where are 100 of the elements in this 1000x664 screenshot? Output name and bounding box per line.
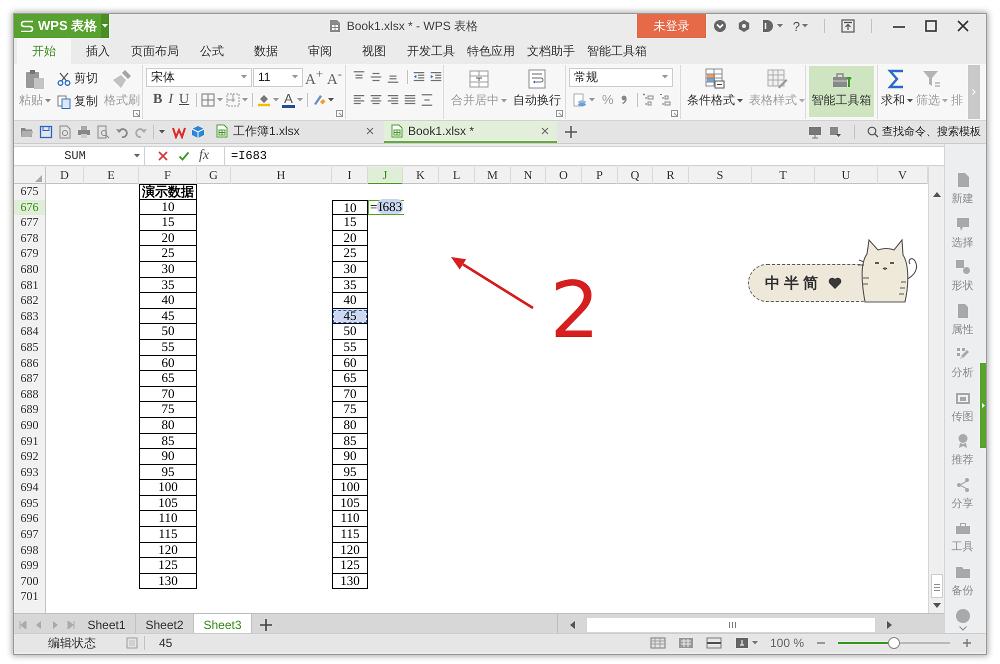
- border-grid-icon[interactable]: [201, 92, 216, 107]
- row-header[interactable]: 682: [14, 293, 45, 309]
- box-arrow-icon[interactable]: [841, 19, 855, 33]
- increase-decimal-icon[interactable]: [642, 92, 656, 107]
- distributed-icon[interactable]: [420, 92, 434, 107]
- cut-button[interactable]: 剪切: [57, 70, 98, 87]
- caret-icon[interactable]: [159, 130, 165, 134]
- column-header[interactable]: J: [368, 167, 403, 185]
- number-format-dropdown[interactable]: 常规: [569, 68, 673, 87]
- menu-tab[interactable]: 审阅: [293, 38, 347, 64]
- help-button[interactable]: ?: [792, 18, 808, 34]
- row-header[interactable]: 699: [14, 558, 45, 574]
- zoom-percentage[interactable]: 100 %: [770, 636, 804, 650]
- grow-font-button[interactable]: A$^{+}$: [303, 66, 325, 88]
- menu-tab[interactable]: 开发工具: [401, 38, 461, 64]
- plus-icon[interactable]: [259, 618, 273, 632]
- scroll-up-icon[interactable]: [932, 192, 940, 197]
- sheet-tab[interactable]: Sheet3: [194, 614, 252, 635]
- row-header[interactable]: 700: [14, 574, 45, 590]
- menu-tab[interactable]: 插入: [71, 38, 125, 64]
- close-icon[interactable]: [541, 127, 549, 135]
- align-left-icon[interactable]: [352, 92, 366, 107]
- maximize-icon[interactable]: [924, 19, 938, 33]
- dotted-grid-icon[interactable]: [226, 92, 240, 107]
- cell-editor[interactable]: =I683: [368, 200, 404, 216]
- cancel-icon[interactable]: [157, 150, 169, 162]
- sum-button[interactable]: 求和: [880, 65, 915, 119]
- align-center-icon[interactable]: [369, 92, 383, 107]
- comma-style-icon[interactable]: [620, 95, 627, 104]
- row-header[interactable]: 689: [14, 402, 45, 418]
- decrease-decimal-icon[interactable]: [658, 92, 673, 107]
- vertical-scrollbar[interactable]: [928, 167, 944, 613]
- row-header[interactable]: 680: [14, 262, 45, 278]
- list-box-icon[interactable]: [126, 637, 138, 649]
- menu-tab[interactable]: 特色应用: [461, 38, 521, 64]
- menu-tab[interactable]: 视图: [347, 38, 401, 64]
- wrap-text-button[interactable]: 自动换行: [510, 65, 564, 119]
- scrollbar-thumb[interactable]: [930, 574, 942, 598]
- checkmark-icon[interactable]: [178, 150, 190, 162]
- grid-caret-icon[interactable]: [828, 125, 842, 139]
- row-header[interactable]: 695: [14, 496, 45, 512]
- slider-thumb[interactable]: [888, 637, 900, 649]
- row-header[interactable]: 687: [14, 371, 45, 387]
- print-icon[interactable]: [76, 125, 90, 139]
- slideshow-icon[interactable]: [808, 125, 822, 139]
- menu-tab[interactable]: 页面布局: [125, 38, 185, 64]
- row-header[interactable]: 676: [14, 200, 45, 216]
- font-name-dropdown[interactable]: 宋体: [146, 68, 252, 87]
- save-icon[interactable]: [38, 125, 52, 139]
- row-header[interactable]: 691: [14, 434, 45, 450]
- row-header[interactable]: 694: [14, 480, 45, 496]
- font-color-button[interactable]: A: [282, 92, 295, 108]
- pen-eraser-icon[interactable]: [312, 92, 326, 107]
- coins-icon[interactable]: [573, 92, 587, 107]
- copy-button[interactable]: 复制: [57, 93, 98, 110]
- name-box[interactable]: SUM: [14, 147, 145, 165]
- document-tab[interactable]: Book1.xlsx *: [384, 121, 557, 143]
- chevron-down-icon[interactable]: [958, 626, 966, 631]
- print-preview-icon[interactable]: [96, 125, 110, 139]
- row-header[interactable]: 683: [14, 308, 45, 324]
- row-header[interactable]: 686: [14, 356, 45, 372]
- dialog-launcher-icon[interactable]: [556, 110, 563, 117]
- row-header[interactable]: 684: [14, 324, 45, 340]
- menu-tab[interactable]: 数据: [239, 38, 293, 64]
- conditional-format-button[interactable]: 条件格式: [684, 65, 746, 119]
- row-header[interactable]: 679: [14, 246, 45, 262]
- redo-icon[interactable]: [134, 125, 148, 139]
- page-break-icon[interactable]: [706, 637, 722, 649]
- font-size-dropdown[interactable]: 11: [253, 68, 303, 87]
- row-header[interactable]: 675: [14, 184, 45, 200]
- panel-toggle-tab[interactable]: [980, 363, 986, 448]
- dialog-launcher-icon[interactable]: [671, 110, 678, 117]
- shrink-font-button[interactable]: A$^{-}$: [324, 66, 344, 88]
- row-header[interactable]: 697: [14, 527, 45, 543]
- scrollbar-thumb[interactable]: [587, 618, 875, 632]
- insert-function-button[interactable]: fx: [199, 148, 210, 164]
- zoom-in-icon[interactable]: [962, 638, 972, 648]
- underline-button[interactable]: U: [176, 92, 192, 108]
- plus-icon[interactable]: [564, 125, 578, 139]
- undo-icon[interactable]: [114, 125, 128, 139]
- circle-icon[interactable]: [954, 608, 970, 624]
- row-header[interactable]: 701: [14, 589, 45, 606]
- formula-field[interactable]: =I683: [225, 147, 944, 165]
- row-header[interactable]: 677: [14, 215, 45, 231]
- bold-button[interactable]: B: [150, 92, 166, 108]
- cube-icon[interactable]: [190, 125, 204, 139]
- smart-toolbox-button[interactable]: 智能工具箱: [809, 66, 874, 117]
- document-tab[interactable]: 工作簿1.xlsx: [209, 121, 382, 143]
- row-header[interactable]: 678: [14, 230, 45, 246]
- dialog-launcher-icon[interactable]: [336, 110, 343, 117]
- close-icon[interactable]: [956, 19, 970, 33]
- folder-icon[interactable]: [20, 125, 34, 139]
- search-field[interactable]: 查找命令、搜索模板: [867, 126, 982, 138]
- normal-view-icon[interactable]: [650, 637, 666, 649]
- paint-bucket-icon[interactable]: [257, 92, 272, 107]
- row-header[interactable]: 693: [14, 464, 45, 480]
- dialog-launcher-icon[interactable]: [133, 110, 140, 117]
- dark-box-icon[interactable]: [734, 637, 750, 649]
- italic-button[interactable]: I: [165, 92, 176, 108]
- align-right-icon[interactable]: [386, 92, 400, 107]
